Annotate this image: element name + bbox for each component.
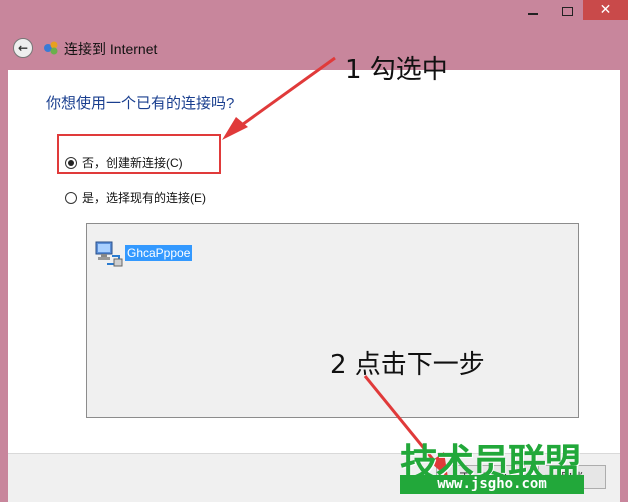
maximize-icon: [561, 6, 573, 16]
maximize-button[interactable]: [552, 0, 582, 22]
list-item[interactable]: GhcaPppoe: [93, 238, 193, 268]
close-button[interactable]: ✕: [583, 0, 628, 20]
computer-network-icon: [95, 241, 123, 267]
radio-use-existing[interactable]: 是，选择现有的连接(E): [65, 189, 206, 206]
title-bar: ✕ ← 连接到 Internet: [0, 0, 628, 70]
back-arrow-icon: ←: [17, 41, 29, 55]
minimize-button[interactable]: [518, 0, 548, 22]
back-button[interactable]: ←: [13, 38, 33, 58]
annotation-step-2: 2 点击下一步: [330, 350, 485, 380]
annotation-step-1: 1 勾选中: [345, 55, 448, 85]
watermark-url: www.jsgho.com: [400, 475, 584, 494]
wizard-content: 你想使用一个已有的连接吗? 否，创建新连接(C) 是，选择现有的连接(E) Gh…: [8, 70, 620, 453]
radio-use-existing-label: 是，选择现有的连接(E): [82, 191, 206, 205]
minimize-icon: [528, 13, 538, 15]
connection-name: GhcaPppoe: [125, 245, 193, 261]
radio-button-unselected[interactable]: [65, 191, 77, 204]
highlight-box: [57, 134, 221, 174]
dialog-window: ✕ ← 连接到 Internet 你想使用一个已有的连接吗? 否，创建新连接(C…: [0, 0, 628, 502]
close-icon: ✕: [599, 2, 612, 18]
question-heading: 你想使用一个已有的连接吗?: [46, 95, 235, 112]
connection-list[interactable]: GhcaPppoe: [86, 223, 579, 418]
network-icon: [44, 41, 58, 55]
window-title: 连接到 Internet: [64, 41, 158, 57]
